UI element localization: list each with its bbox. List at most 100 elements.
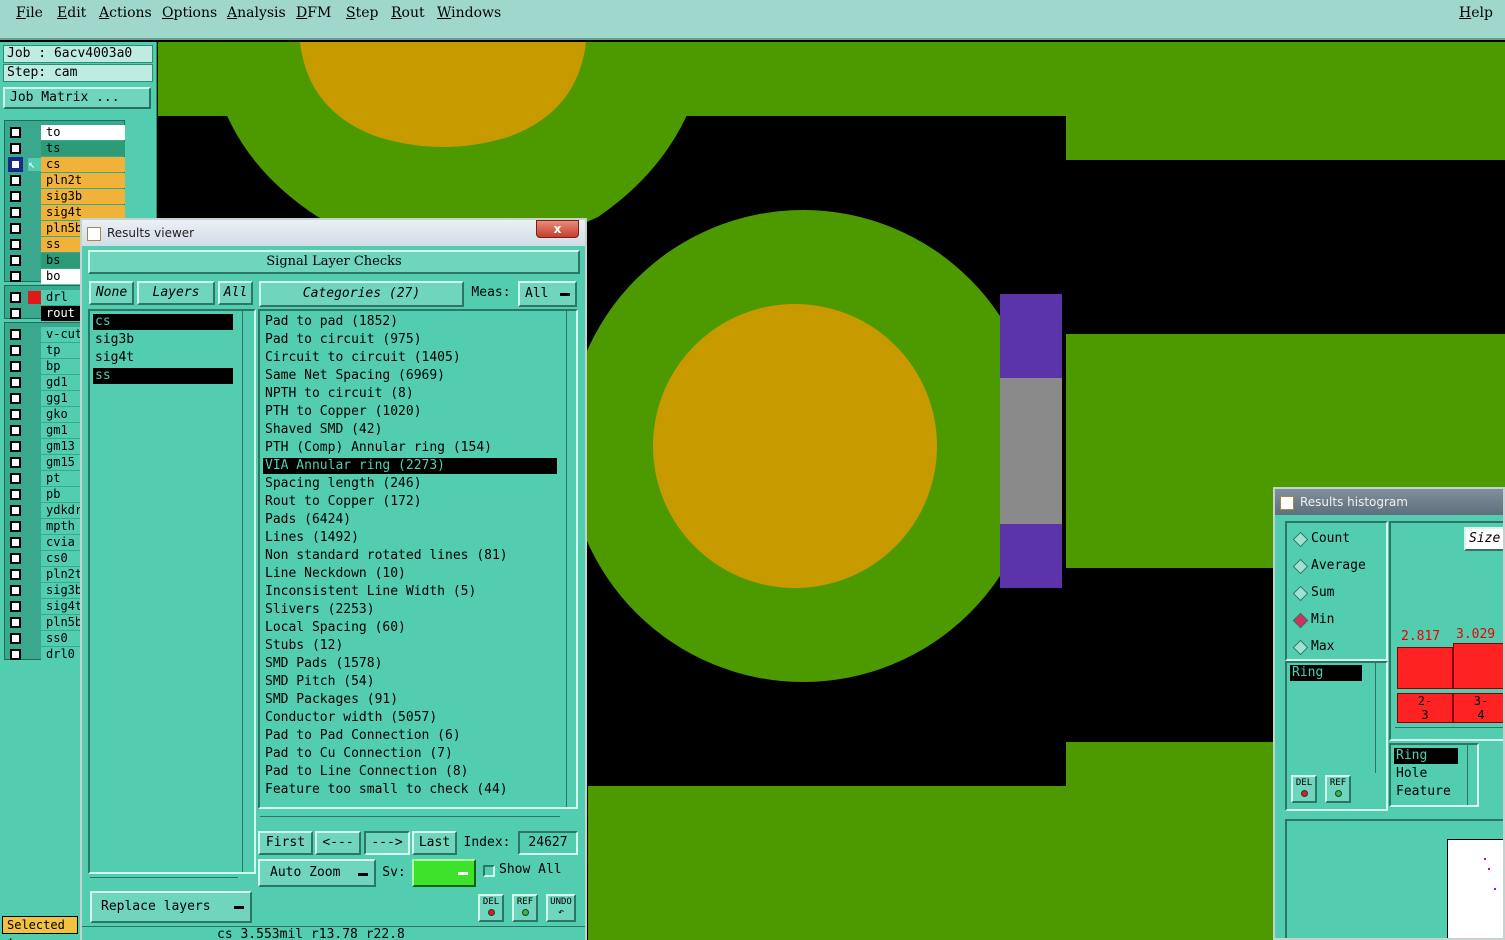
layer-checkbox[interactable] (10, 393, 21, 404)
list2-scrollbar[interactable] (1467, 745, 1477, 805)
sv-color-dropdown[interactable] (412, 859, 476, 887)
layer-color-swatch[interactable] (28, 424, 41, 437)
mode-count-radio[interactable]: Count (1293, 529, 1350, 549)
layer-checkbox[interactable] (10, 207, 21, 218)
list-item[interactable]: sig3b (93, 332, 233, 348)
layer-checkbox[interactable] (10, 569, 21, 580)
layer-row-cs[interactable]: ↖ cs (5, 157, 126, 173)
category-item[interactable]: SMD Pads (1578) (263, 656, 557, 672)
replace-layers-dropdown[interactable]: Replace layers (90, 891, 252, 923)
layer-color-swatch[interactable] (28, 270, 41, 283)
first-button[interactable]: First (258, 831, 313, 855)
categories-hscrollbar[interactable] (260, 816, 560, 826)
layer-color-swatch[interactable] (28, 520, 41, 533)
layer-checkbox[interactable] (10, 601, 21, 612)
delete-button[interactable]: DEL (1291, 775, 1317, 803)
layer-checkbox[interactable] (10, 457, 21, 468)
layer-checkbox[interactable] (10, 308, 21, 319)
layer-color-swatch[interactable] (28, 408, 41, 421)
layer-checkbox[interactable] (10, 292, 21, 303)
mode-sum-radio[interactable]: Sum (1293, 583, 1334, 603)
layer-checkbox[interactable] (10, 409, 21, 420)
layer-checkbox[interactable] (10, 191, 21, 202)
layer-color-swatch[interactable] (28, 504, 41, 517)
layer-color-swatch[interactable] (28, 142, 41, 155)
last-button[interactable]: Last (412, 831, 457, 855)
list-item[interactable]: cs (93, 314, 233, 330)
preview-canvas[interactable] (1447, 839, 1503, 938)
layer-name[interactable]: to (41, 125, 125, 140)
menu-options[interactable]: Options (162, 5, 217, 21)
layer-color-swatch[interactable] (28, 238, 41, 251)
layer-checkbox[interactable] (10, 505, 21, 516)
layer-color-swatch[interactable] (28, 360, 41, 373)
job-matrix-button[interactable]: Job Matrix ... (3, 87, 151, 109)
category-item[interactable]: PTH to Copper (1020) (263, 404, 557, 420)
category-item[interactable]: Conductor width (5057) (263, 710, 557, 726)
layer-color-swatch[interactable]: ↖ (28, 158, 41, 171)
layer-checkbox[interactable] (10, 223, 21, 234)
categories-button[interactable]: Categories (27) (259, 281, 464, 307)
layer-name[interactable]: cs (41, 157, 125, 172)
category-item[interactable]: Non standard rotated lines (81) (263, 548, 557, 564)
layer-checkbox[interactable] (10, 345, 21, 356)
menu-edit[interactable]: Edit (57, 5, 86, 21)
undo-button[interactable]: UNDO ↶ (546, 894, 576, 922)
category-item[interactable]: Lines (1492) (263, 530, 557, 546)
mode-average-radio[interactable]: Average (1293, 556, 1366, 576)
category-item[interactable]: Pad to Cu Connection (7) (263, 746, 557, 762)
layer-name[interactable]: sig3b (41, 189, 125, 204)
category-item[interactable]: SMD Packages (91) (263, 692, 557, 708)
layer-checkbox[interactable] (10, 329, 21, 340)
layer-checkbox[interactable] (10, 143, 21, 154)
category-item[interactable]: Pads (6424) (263, 512, 557, 528)
category-item[interactable]: Same Net Spacing (6969) (263, 368, 557, 384)
layer-color-swatch[interactable] (28, 600, 41, 613)
category-item[interactable]: Slivers (2253) (263, 602, 557, 618)
layers-hscrollbar[interactable] (90, 877, 238, 887)
layers-scrollbar[interactable] (242, 311, 252, 872)
close-button[interactable]: x (536, 220, 579, 238)
category-item[interactable]: Feature too small to check (44) (263, 782, 557, 798)
layer-checkbox[interactable] (10, 127, 21, 138)
category-item[interactable]: PTH (Comp) Annular ring (154) (263, 440, 557, 456)
show-all-checkbox[interactable] (483, 865, 495, 877)
category-item[interactable]: Inconsistent Line Width (5) (263, 584, 557, 600)
list-item[interactable]: sig4t (93, 350, 233, 366)
category-item[interactable]: Pad to Pad Connection (6) (263, 728, 557, 744)
layer-color-swatch[interactable] (28, 222, 41, 235)
auto-zoom-dropdown[interactable]: Auto Zoom (258, 859, 376, 887)
layer-color-swatch[interactable] (28, 584, 41, 597)
layer-color-swatch[interactable] (28, 472, 41, 485)
menu-actions[interactable]: Actions (99, 5, 152, 21)
prev-button[interactable]: <--- (315, 831, 361, 855)
menu-analysis[interactable]: Analysis (227, 5, 286, 21)
layer-color-swatch[interactable] (28, 552, 41, 565)
category-item[interactable]: Stubs (12) (263, 638, 557, 654)
menu-file[interactable]: File (16, 5, 43, 21)
histogram-bar[interactable] (1397, 647, 1453, 689)
layer-color-swatch[interactable] (28, 307, 41, 320)
category-item[interactable]: Shaved SMD (42) (263, 422, 557, 438)
menu-step[interactable]: Step (346, 5, 378, 21)
layers-button[interactable]: Layers (137, 281, 215, 305)
list-item[interactable]: Hole (1396, 766, 1427, 782)
category-item[interactable]: Spacing length (246) (263, 476, 557, 492)
list-item[interactable]: Ring (1394, 748, 1458, 764)
none-button[interactable]: None (89, 281, 134, 305)
layer-color-swatch[interactable] (28, 190, 41, 203)
layer-checkbox[interactable] (10, 537, 21, 548)
layer-color-swatch[interactable] (28, 392, 41, 405)
layer-color-swatch[interactable] (28, 536, 41, 549)
layer-checkbox[interactable] (10, 473, 21, 484)
category-item[interactable]: Pad to Line Connection (8) (263, 764, 557, 780)
mode-max-radio[interactable]: Max (1293, 637, 1334, 657)
chart-hscrollbar[interactable] (1395, 727, 1503, 737)
layer-checkbox[interactable] (10, 649, 21, 660)
layer-checkbox[interactable] (10, 585, 21, 596)
menu-rout[interactable]: Rout (391, 5, 425, 21)
layer-color-swatch[interactable] (28, 616, 41, 629)
layer-color-swatch[interactable] (28, 632, 41, 645)
histogram-bar[interactable] (1453, 643, 1503, 689)
layer-checkbox[interactable] (10, 553, 21, 564)
